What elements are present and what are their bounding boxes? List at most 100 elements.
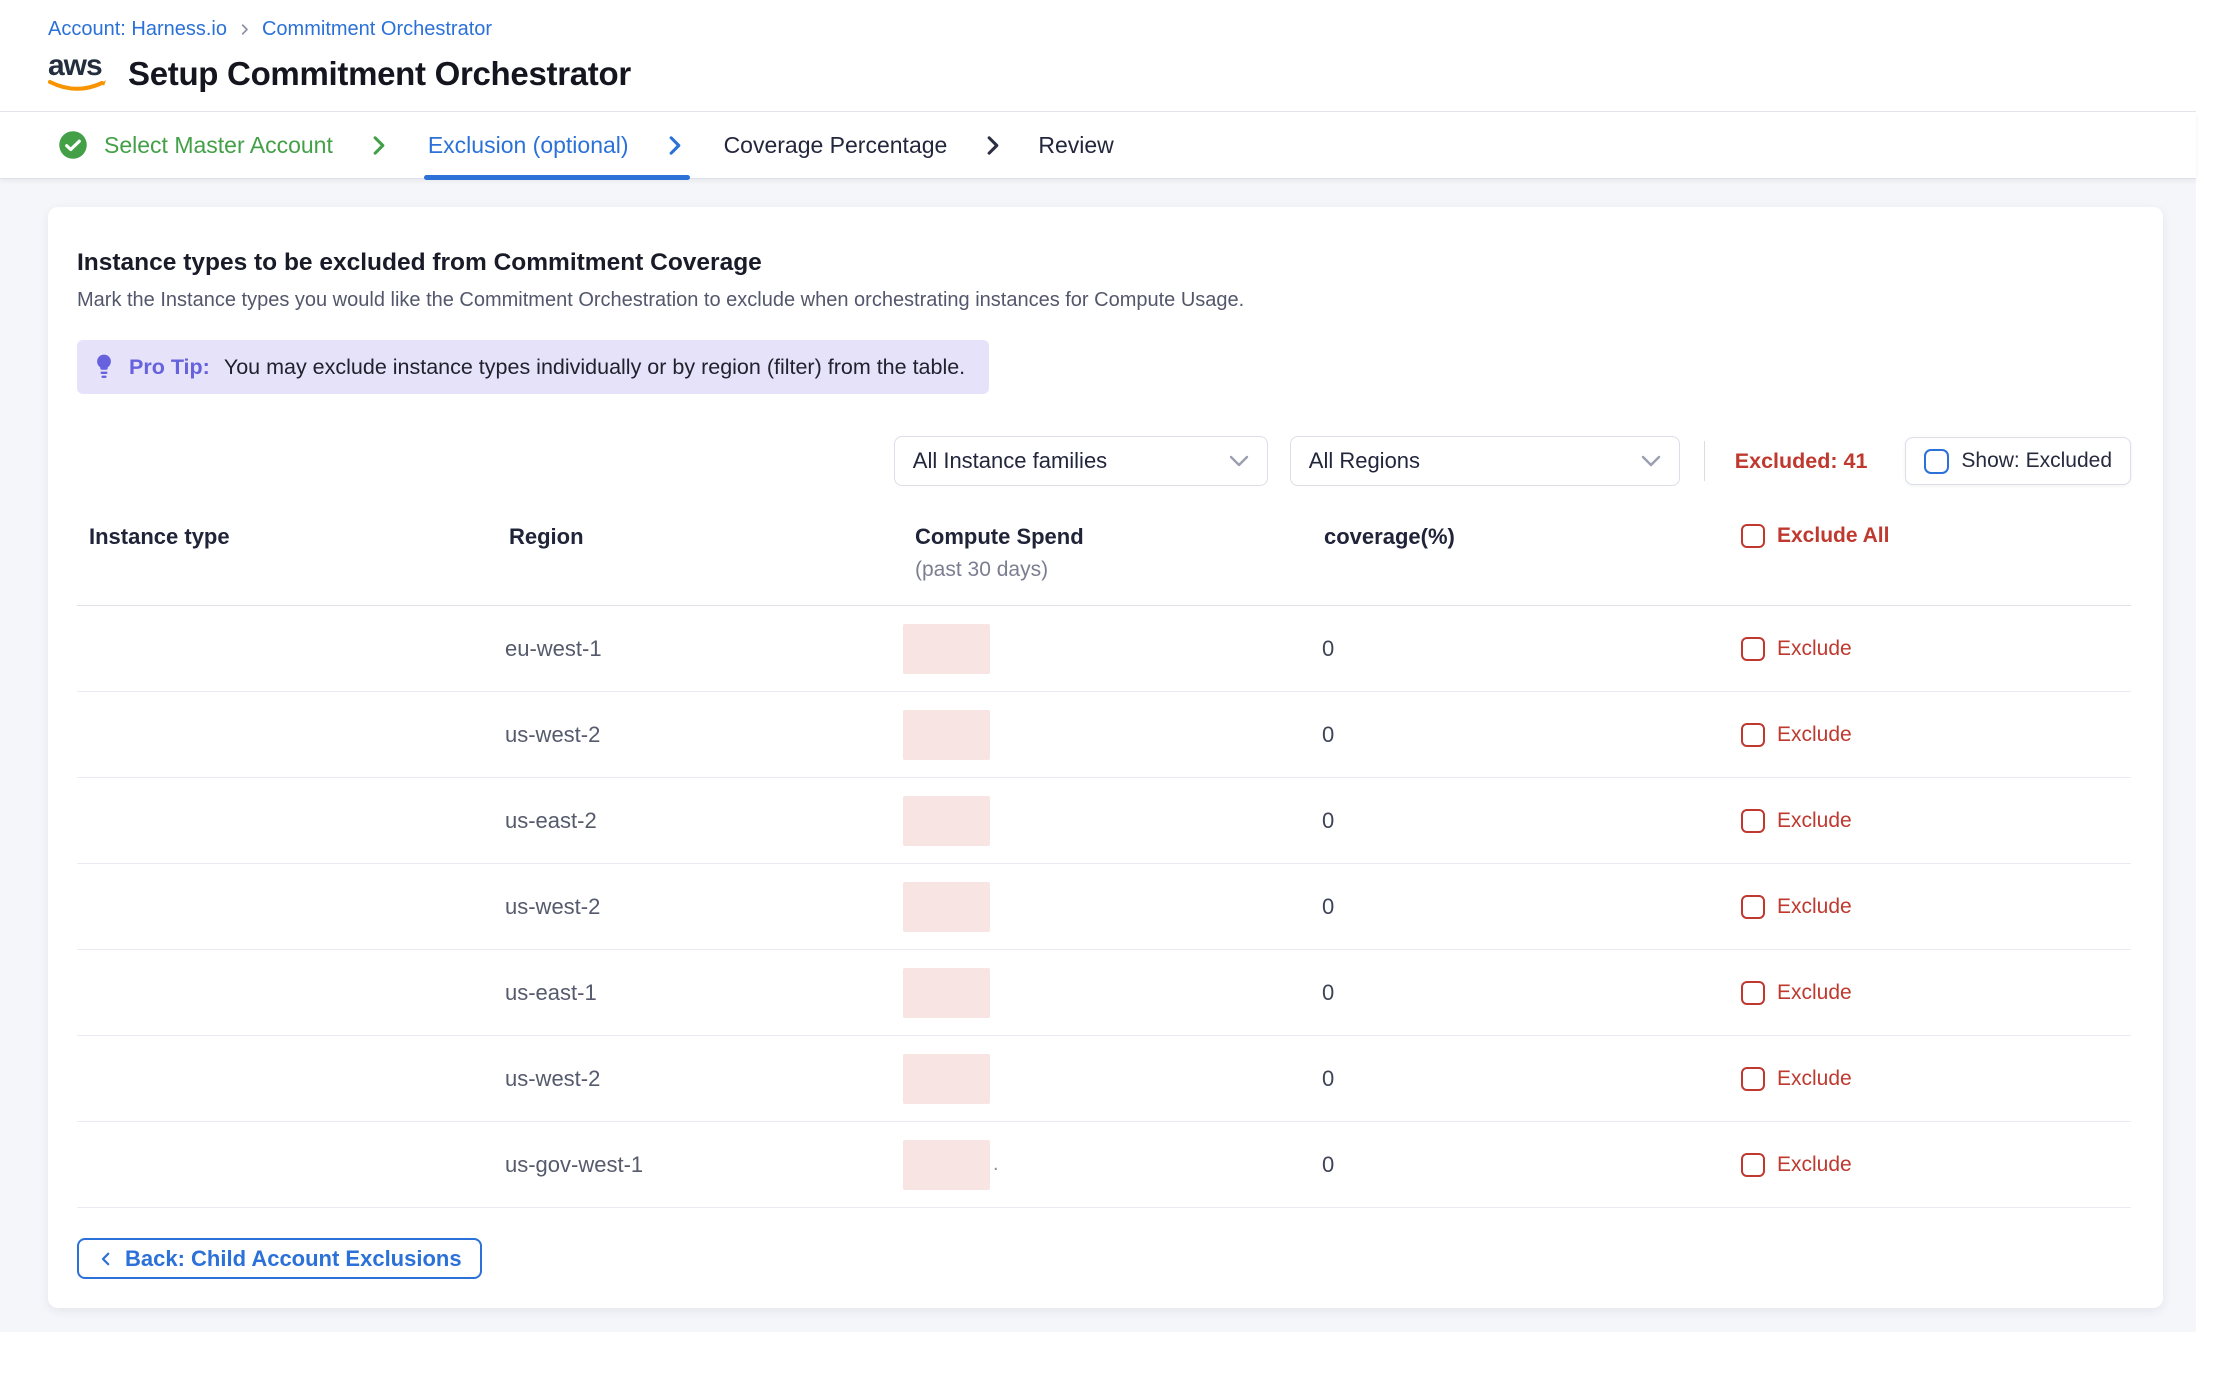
redacted-compute-spend <box>903 882 990 932</box>
back-button-label: Back: Child Account Exclusions <box>125 1246 462 1272</box>
chevron-right-icon <box>981 134 1004 157</box>
pro-tip-text: You may exclude instance types individua… <box>224 355 965 380</box>
back-button[interactable]: Back: Child Account Exclusions <box>77 1238 482 1279</box>
exclude-checkbox[interactable] <box>1741 895 1765 919</box>
aws-logo-text: aws <box>48 49 102 82</box>
step-exclusion[interactable]: Exclusion (optional) <box>428 132 629 159</box>
exclude-checkbox[interactable] <box>1741 809 1765 833</box>
exclude-checkbox[interactable] <box>1741 723 1765 747</box>
filters-row: All Instance families All Regions Exclud… <box>77 436 2131 486</box>
exclude-all-checkbox[interactable] <box>1741 524 1765 548</box>
title-row: aws Setup Commitment Orchestrator <box>48 51 2196 97</box>
exclude-label: Exclude <box>1777 981 1852 1005</box>
coverage-cell: 0 <box>1312 636 1737 662</box>
excluded-count-badge: Excluded: 41 <box>1735 449 1868 474</box>
exclude-label: Exclude <box>1777 809 1852 833</box>
exclude-checkbox[interactable] <box>1741 1067 1765 1091</box>
chevron-left-icon <box>97 1250 115 1268</box>
coverage-cell: 0 <box>1312 980 1737 1006</box>
show-excluded-label: Show: Excluded <box>1961 449 2112 473</box>
coverage-cell: 0 <box>1312 1066 1737 1092</box>
exclude-control[interactable]: Exclude <box>1737 1153 2131 1177</box>
exclusions-table: Instance type Region Compute Spend (past… <box>77 524 2131 1208</box>
region-cell: us-east-1 <box>497 980 903 1006</box>
exclude-checkbox[interactable] <box>1741 637 1765 661</box>
redacted-compute-spend <box>903 968 990 1018</box>
table-row: us-east-1 0 Exclude <box>77 950 2131 1036</box>
exclude-label: Exclude <box>1777 637 1852 661</box>
coverage-cell: 0 <box>1312 894 1737 920</box>
step-review[interactable]: Review <box>1038 132 1113 159</box>
card-subheading: Mark the Instance types you would like t… <box>77 289 2131 312</box>
chevron-right-icon <box>367 134 390 157</box>
col-header-coverage: coverage(%) <box>1312 524 1737 550</box>
table-body: eu-west-1 0 Exclude us-west-2 0 Exclude … <box>77 606 2131 1208</box>
regions-value: All Regions <box>1309 448 1420 474</box>
coverage-cell: 0 <box>1312 722 1737 748</box>
lightbulb-icon <box>93 352 115 382</box>
table-row: us-east-2 0 Exclude <box>77 778 2131 864</box>
exclude-all-label: Exclude All <box>1777 524 1889 548</box>
col-header-compute-spend: Compute Spend (past 30 days) <box>903 524 1312 582</box>
region-cell: eu-west-1 <box>497 636 903 662</box>
redacted-compute-spend <box>903 1054 990 1104</box>
app-window: Account: Harness.io Commitment Orchestra… <box>0 0 2196 1374</box>
region-cell: us-gov-west-1 <box>497 1152 903 1178</box>
step-label: Exclusion (optional) <box>428 132 629 159</box>
instance-families-select[interactable]: All Instance families <box>894 436 1268 486</box>
vertical-divider <box>1704 441 1705 481</box>
region-cell: us-east-2 <box>497 808 903 834</box>
step-label: Select Master Account <box>104 132 333 159</box>
exclude-label: Exclude <box>1777 1153 1852 1177</box>
exclude-control[interactable]: Exclude <box>1737 637 2131 661</box>
region-cell: us-west-2 <box>497 722 903 748</box>
step-exclusion-wrap: Exclusion (optional) <box>424 112 690 179</box>
step-label: Review <box>1038 132 1113 159</box>
aws-logo-icon: aws <box>48 51 110 97</box>
table-row: us-gov-west-1 . 0 Exclude <box>77 1122 2131 1208</box>
show-excluded-toggle[interactable]: Show: Excluded <box>1905 437 2131 485</box>
table-row: eu-west-1 0 Exclude <box>77 606 2131 692</box>
exclude-control[interactable]: Exclude <box>1737 895 2131 919</box>
col-header-region: Region <box>497 524 903 550</box>
regions-select[interactable]: All Regions <box>1290 436 1680 486</box>
chevron-down-icon <box>1641 455 1661 467</box>
coverage-cell: 0 <box>1312 1152 1737 1178</box>
exclude-checkbox[interactable] <box>1741 981 1765 1005</box>
col-header-compute-spend-sub: (past 30 days) <box>915 558 1312 582</box>
pro-tip-label: Pro Tip: <box>129 355 210 380</box>
exclude-control[interactable]: Exclude <box>1737 1067 2131 1091</box>
breadcrumb-account-link[interactable]: Account: Harness.io <box>48 18 227 41</box>
table-row: us-west-2 0 Exclude <box>77 1036 2131 1122</box>
spend-suffix: . <box>993 1153 999 1176</box>
exclude-control[interactable]: Exclude <box>1737 723 2131 747</box>
card-heading: Instance types to be excluded from Commi… <box>77 249 2131 277</box>
page-title: Setup Commitment Orchestrator <box>128 55 631 93</box>
step-select-master-account[interactable]: Select Master Account <box>58 130 333 160</box>
table-header-row: Instance type Region Compute Spend (past… <box>77 524 2131 606</box>
exclusions-card: Instance types to be excluded from Commi… <box>48 207 2163 1308</box>
show-excluded-checkbox[interactable] <box>1924 449 1949 474</box>
chevron-right-icon <box>663 134 686 157</box>
instance-families-value: All Instance families <box>913 448 1107 474</box>
exclude-all-control[interactable]: Exclude All <box>1737 524 2131 548</box>
exclude-label: Exclude <box>1777 723 1852 747</box>
breadcrumb-section-link[interactable]: Commitment Orchestrator <box>262 18 492 41</box>
redacted-compute-spend <box>903 1140 990 1190</box>
redacted-compute-spend <box>903 624 990 674</box>
breadcrumb-chevron-icon <box>237 22 252 37</box>
exclude-control[interactable]: Exclude <box>1737 981 2131 1005</box>
chevron-down-icon <box>1229 455 1249 467</box>
exclude-checkbox[interactable] <box>1741 1153 1765 1177</box>
page-header: Account: Harness.io Commitment Orchestra… <box>0 0 2196 112</box>
exclude-label: Exclude <box>1777 1067 1852 1091</box>
breadcrumb: Account: Harness.io Commitment Orchestra… <box>48 18 2196 41</box>
exclude-control[interactable]: Exclude <box>1737 809 2131 833</box>
exclude-label: Exclude <box>1777 895 1852 919</box>
pro-tip-banner: Pro Tip: You may exclude instance types … <box>77 340 989 394</box>
active-step-underline <box>424 175 690 180</box>
region-cell: us-west-2 <box>497 894 903 920</box>
main-content: Instance types to be excluded from Commi… <box>0 179 2196 1332</box>
step-coverage-percentage[interactable]: Coverage Percentage <box>724 132 948 159</box>
table-row: us-west-2 0 Exclude <box>77 692 2131 778</box>
